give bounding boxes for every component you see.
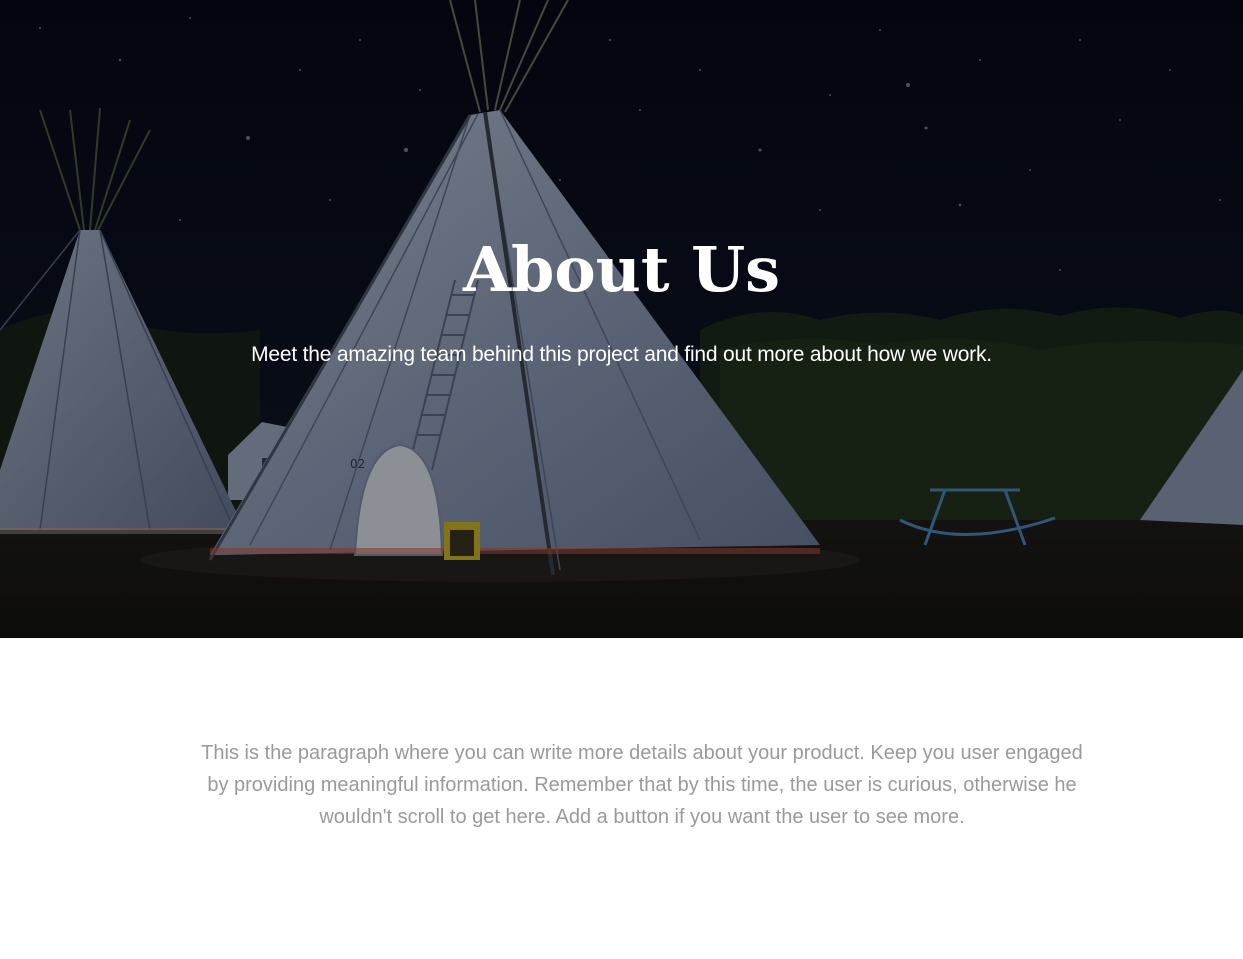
page: 02 About Us Meet the amazing team behind… [0,0,1243,959]
details-paragraph: This is the paragraph where you can writ… [201,742,1083,828]
details-section: This is the paragraph where you can writ… [0,638,1243,959]
hero-section: 02 About Us Meet the amazing team behind… [0,0,1243,638]
hero-subtitle: Meet the amazing team behind this projec… [251,343,992,366]
page-title: About Us [462,233,781,306]
hero-background-image: 02 [0,0,1243,638]
